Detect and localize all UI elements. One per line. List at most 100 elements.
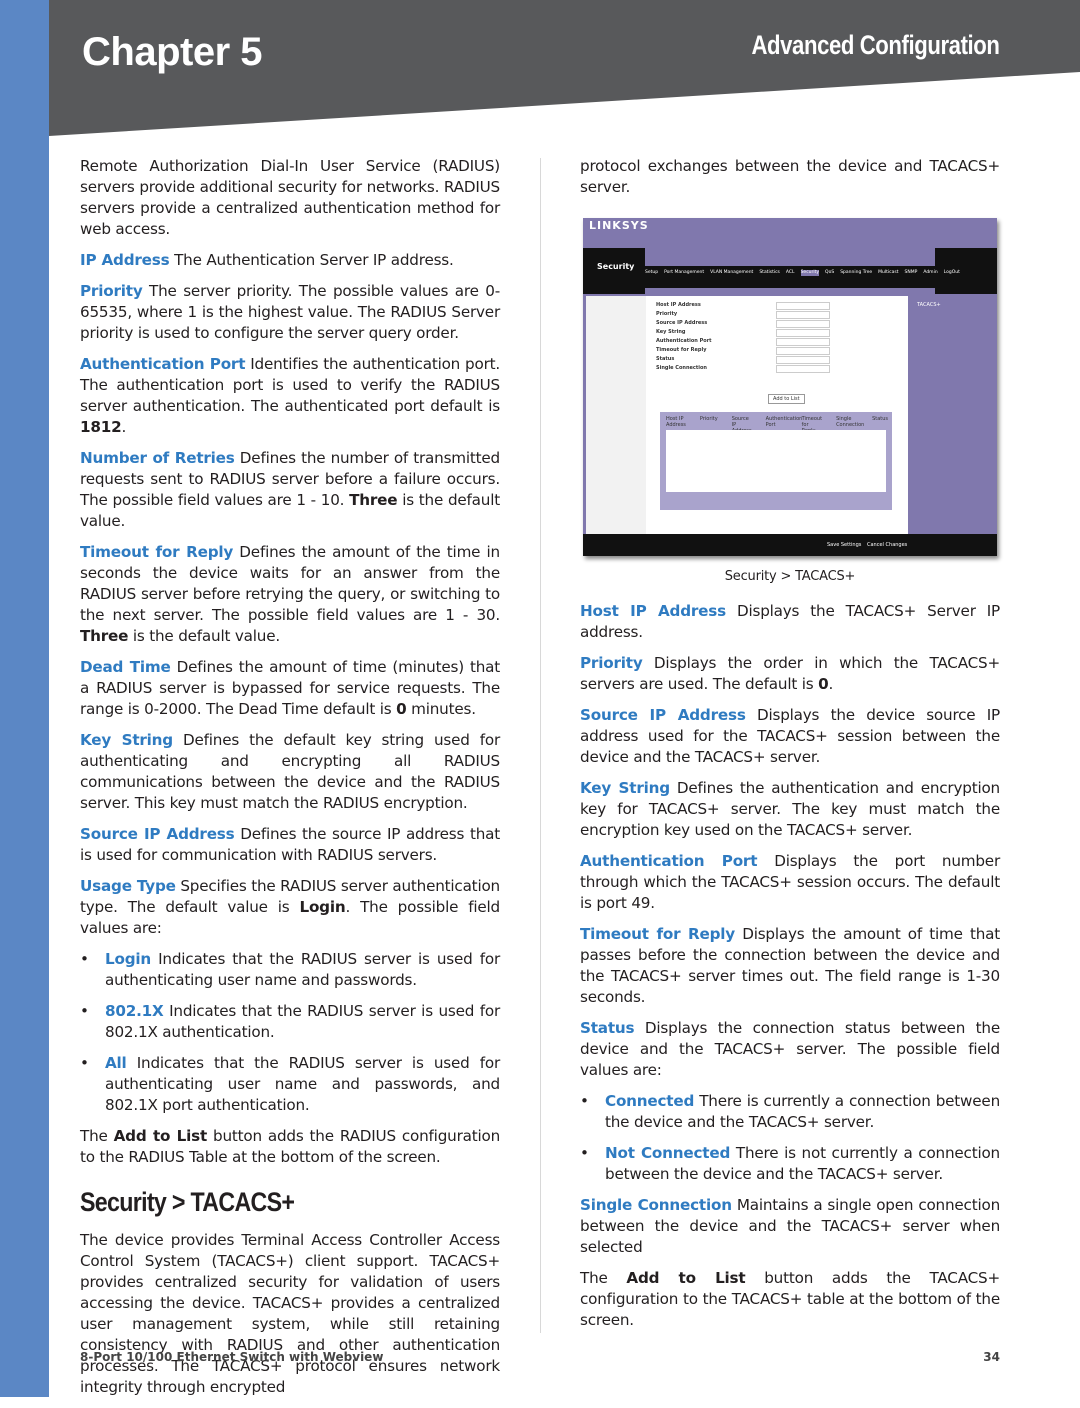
screenshot-nav-item: Admin (923, 270, 938, 275)
paragraph: Remote Authorization Dial-In User Servic… (80, 156, 500, 240)
bullet-icon: • (80, 950, 89, 968)
term-label: IP Address (80, 251, 170, 269)
bullet-item: • Not Connected There is not currently a … (580, 1143, 1000, 1185)
paragraph: Key String Defines the authentication an… (580, 778, 1000, 841)
screenshot-field-label: Priority (656, 311, 678, 317)
term-label: 802.1X (105, 1002, 164, 1020)
bold-text: 0 (818, 675, 829, 693)
screenshot-field-box (776, 347, 830, 355)
body-text: Displays the connection status between t… (580, 1019, 1000, 1079)
paragraph: Dead Time Defines the amount of time (mi… (80, 657, 500, 720)
save-settings: Save Settings (827, 542, 862, 548)
screenshot-field-box (776, 338, 830, 346)
term-label: All (105, 1054, 127, 1072)
bullet-item: • All Indicates that the RADIUS server is… (80, 1053, 500, 1116)
screenshot-field-label: Host IP Address (656, 302, 701, 308)
screenshot-nav-item: Port Management (664, 270, 705, 275)
paragraph: Key String Defines the default key strin… (80, 730, 500, 814)
paragraph: Timeout for Reply Defines the amount of … (80, 542, 500, 647)
paragraph: Timeout for Reply Displays the amount of… (580, 924, 1000, 1008)
body-text: The Authentication Server IP address. (169, 251, 454, 269)
cancel-changes: Cancel Changes (867, 542, 908, 548)
paragraph: Priority The server priority. The possib… (80, 281, 500, 344)
term-label: Login (105, 950, 152, 968)
screenshot-field-box (776, 356, 830, 364)
term-label: Source IP Address (580, 706, 746, 724)
body-text: Security > TACACS+ (80, 1187, 295, 1217)
term-label: Authentication Port (80, 355, 246, 373)
term-label: Connected (605, 1092, 695, 1110)
bullet-item: • Login Indicates that the RADIUS server … (80, 949, 500, 991)
body-text: is the default value. (128, 627, 280, 645)
term-label: Authentication Port (580, 852, 758, 870)
section-title: Advanced Configuration (751, 30, 1000, 60)
paragraph: Priority Displays the order in which the… (580, 653, 1000, 695)
paragraph: Host IP Address Displays the TACACS+ Ser… (580, 601, 1000, 643)
screenshot-field-label: Source IP Address (656, 320, 708, 326)
left-column: Remote Authorization Dial-In User Servic… (80, 156, 500, 1408)
bullet-icon: • (80, 1002, 89, 1020)
bold-text: Three (80, 627, 129, 645)
screenshot-nav: Setup Port Management VLAN Management Stati… (645, 270, 960, 276)
term-label: Source IP Address (80, 825, 235, 843)
screenshot-nav-item: ACL (785, 270, 795, 275)
body-text: The device provides Terminal Access Cont… (80, 1231, 500, 1396)
side-color-strip (0, 0, 49, 1397)
screenshot-field-box (776, 311, 830, 319)
bullet-item: • 802.1X Indicates that the RADIUS server… (80, 1001, 500, 1043)
screenshot-nav-item: Statistics (759, 270, 780, 275)
bold-text: 1812 (80, 418, 122, 436)
footer-product: 8-Port 10/100 Ethernet Switch with Webvi… (80, 1350, 384, 1364)
paragraph: Single Connection Maintains a single ope… (580, 1195, 1000, 1258)
body-text: . (828, 675, 834, 693)
paragraph: Source IP Address Displays the device so… (580, 705, 1000, 768)
bullet-icon: • (80, 1054, 89, 1072)
figure-caption: Security > TACACS+ (724, 569, 856, 584)
linksys-logo: LINKSYS (589, 219, 649, 232)
body-text: Indicates that the RADIUS server is used… (105, 1002, 500, 1041)
screenshot-nav-item: VLAN Management (710, 270, 754, 275)
page-header: Chapter 5 Advanced Configuration (49, 0, 1080, 136)
bold-text: Login (299, 898, 346, 916)
body-text: The (80, 1127, 114, 1145)
paragraph: Usage Type Specifies the RADIUS server a… (80, 876, 500, 939)
add-to-list-button: Add to List (768, 394, 805, 404)
screenshot-field-label: Timeout for Reply (656, 347, 707, 353)
bullet-icon: • (580, 1092, 589, 1110)
bold-text: Three (349, 491, 398, 509)
term-label: Usage Type (80, 877, 176, 895)
screenshot-field-box (776, 365, 830, 373)
body-text: minutes. (406, 700, 476, 718)
screenshot-nav-item: Setup (645, 270, 659, 275)
paragraph: The Add to List button adds the TACACS+ … (580, 1268, 1000, 1331)
term-label: Key String (580, 779, 670, 797)
bold-text: Add to List (113, 1127, 208, 1145)
body-text: The server priority. The possible values… (80, 282, 500, 342)
term-label: Key String (80, 731, 173, 749)
screenshot-nav-item: Spanning Tree (840, 270, 873, 275)
paragraph: protocol exchanges between the device an… (580, 156, 1000, 198)
term-label: Host IP Address (580, 602, 726, 620)
term-label: Timeout for Reply (80, 543, 234, 561)
paragraph: Authentication Port Displays the port nu… (580, 851, 1000, 914)
page-number: 34 (983, 1350, 1000, 1364)
screenshot-nav-item: QoS (825, 270, 835, 275)
term-label: Not Connected (605, 1144, 731, 1162)
screenshot-nav-item: Multicast (878, 270, 899, 275)
screenshot-field-box (776, 329, 830, 337)
term-label: Status (580, 1019, 635, 1037)
body-text: . (121, 418, 127, 436)
screenshot-title: Security (597, 262, 635, 271)
screenshot-field-label: Status (656, 356, 675, 362)
body-text: Remote Authorization Dial-In User Servic… (80, 157, 500, 238)
screenshot-nav-item: Security (800, 270, 820, 276)
term-label: Priority (80, 282, 143, 300)
screenshot-nav-item: SNMP (904, 270, 918, 275)
screenshot-nav-item: LogOut (943, 270, 960, 275)
paragraph: IP Address The Authentication Server IP … (80, 250, 500, 271)
bold-text: Add to List (626, 1269, 746, 1287)
body-text: Displays the order in which the TACACS+ … (580, 654, 1000, 693)
bold-text: 0 (396, 700, 407, 718)
screenshot-field-label: Single Connection (656, 365, 707, 371)
screenshot-field-box (776, 320, 830, 328)
